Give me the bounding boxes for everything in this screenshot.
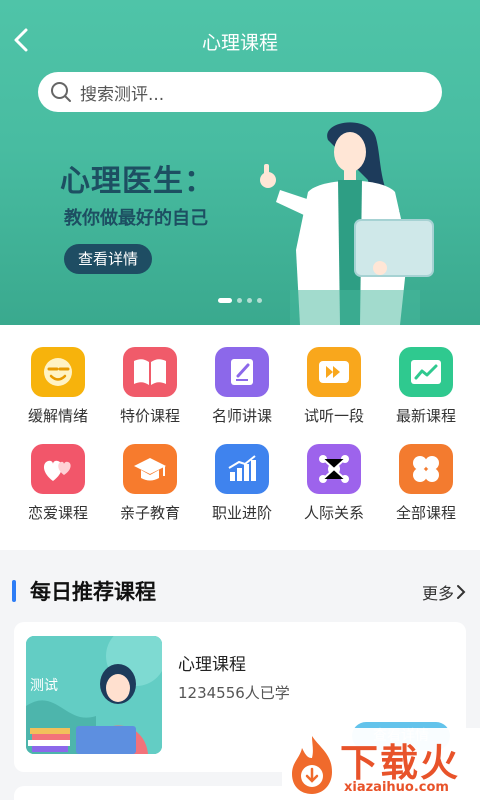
banner-dot[interactable] xyxy=(247,298,252,303)
menu-item-label: 职业进阶 xyxy=(211,504,272,522)
menu-item-label: 全部课程 xyxy=(395,504,456,522)
flame-logo-icon xyxy=(292,736,332,794)
course-thumbnail: 测试 xyxy=(26,636,162,754)
menu-item-label: 人际关系 xyxy=(303,504,364,522)
doctor-illustration xyxy=(260,122,434,325)
more-label: 更多 xyxy=(421,584,454,603)
menu-item-label: 最新课程 xyxy=(395,407,456,425)
banner-pagination xyxy=(0,298,480,303)
menu-item[interactable]: 人际关系 xyxy=(288,444,380,523)
category-menu: 缓解情绪 特价课程 名师讲课 试听一段 最新课程恋爱课程 亲子教育 职业进阶 人际关系 全部课程 xyxy=(0,325,480,550)
more-link[interactable]: 更多 xyxy=(422,580,468,604)
banner-dot[interactable] xyxy=(237,298,242,303)
course-title: 心理课程 xyxy=(178,655,246,675)
menu-item-label: 缓解情绪 xyxy=(27,407,88,425)
menu-item[interactable]: 恋爱课程 xyxy=(12,444,104,523)
graduation-cap-icon xyxy=(123,444,177,494)
thumbnail-label: 测试 xyxy=(30,678,58,694)
smile-face-icon xyxy=(31,347,85,397)
recommend-title: 每日推荐课程 xyxy=(30,580,156,604)
bar-growth-icon xyxy=(215,444,269,494)
banner-dot[interactable] xyxy=(257,298,262,303)
hero-banner[interactable]: 心理课程 搜索测评... 心理医生： 教你做最好的自己 查看详情 xyxy=(0,0,480,325)
menu-item[interactable]: 最新课程 xyxy=(380,347,472,426)
menu-item[interactable]: 职业进阶 xyxy=(196,444,288,523)
recommend-header: 每日推荐课程 更多 xyxy=(0,566,480,618)
menu-item-label: 特价课程 xyxy=(119,407,180,425)
menu-item-label: 亲子教育 xyxy=(119,504,180,522)
banner-subtitle: 教你做最好的自己 xyxy=(64,208,208,229)
top-bar: 心理课程 xyxy=(0,0,480,80)
menu-item[interactable]: 试听一段 xyxy=(288,347,380,426)
hearts-icon xyxy=(31,444,85,494)
menu-item-label: 恋爱课程 xyxy=(27,504,88,522)
search-icon xyxy=(51,82,71,102)
banner-title: 心理医生： xyxy=(60,164,215,199)
menu-item[interactable]: 特价课程 xyxy=(104,347,196,426)
banner-detail-button[interactable]: 查看详情 xyxy=(64,244,152,274)
menu-item[interactable]: 缓解情绪 xyxy=(12,347,104,426)
menu-item-label: 名师讲课 xyxy=(211,407,272,425)
search-input[interactable]: 搜索测评... xyxy=(38,72,442,112)
watermark-text: 下载火 xyxy=(340,741,461,785)
watermark-url: xiazaihuo.com xyxy=(344,780,449,795)
watermark: 下载火 xiazaihuo.com xyxy=(282,728,480,800)
four-petal-icon xyxy=(399,444,453,494)
menu-item[interactable]: 全部课程 xyxy=(380,444,472,523)
network-icon xyxy=(307,444,361,494)
learner-count: 1234556人已学 xyxy=(178,684,290,702)
banner-dot[interactable] xyxy=(218,298,232,303)
page-title: 心理课程 xyxy=(201,32,278,54)
fast-forward-icon xyxy=(307,347,361,397)
trend-chart-icon xyxy=(399,347,453,397)
search-placeholder: 搜索测评... xyxy=(80,84,165,105)
menu-item[interactable]: 亲子教育 xyxy=(104,444,196,523)
menu-item-label: 试听一段 xyxy=(303,407,364,425)
menu-item[interactable]: 名师讲课 xyxy=(196,347,288,426)
section-accent-bar xyxy=(12,580,16,602)
notebook-pen-icon xyxy=(215,347,269,397)
chevron-right-icon xyxy=(457,585,466,599)
course-illustration: 测试 xyxy=(26,636,162,754)
open-book-icon xyxy=(123,347,177,397)
